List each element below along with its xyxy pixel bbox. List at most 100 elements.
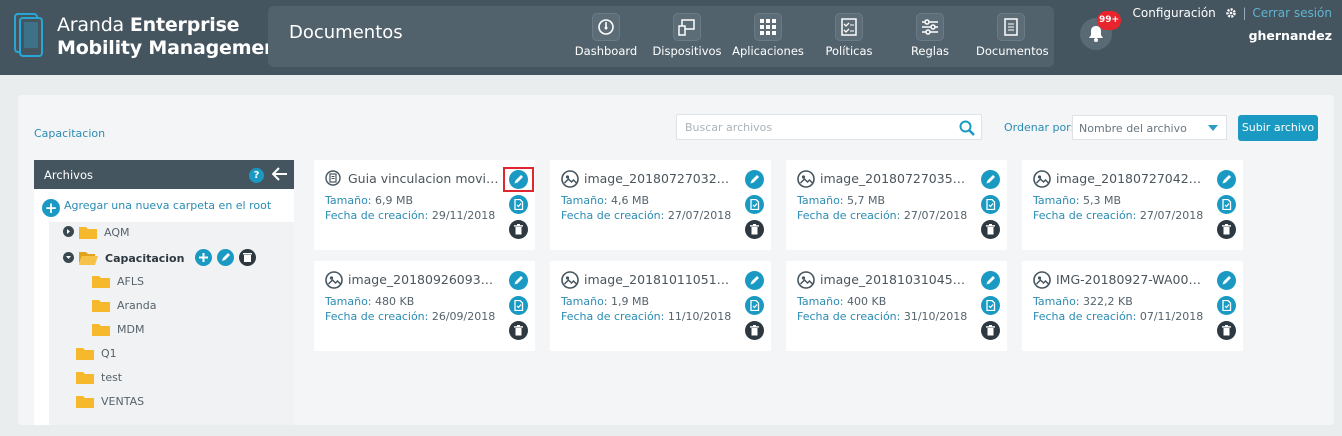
gauge-icon: [592, 13, 620, 41]
nav-dashboard[interactable]: Dashboard: [574, 9, 638, 65]
add-root-folder-link[interactable]: + Agregar una nueva carpeta en el root: [42, 199, 271, 217]
sort-select[interactable]: Nombre del archivo: [1072, 115, 1227, 140]
file-name[interactable]: image_2018072703555...: [820, 171, 972, 186]
expand-arrow-icon[interactable]: [63, 226, 74, 237]
file-date: Fecha de creación: 27/07/2018: [561, 209, 732, 222]
folder-icon: [79, 227, 97, 239]
add-folder-button[interactable]: [195, 249, 213, 266]
sort-selected: Nombre del archivo: [1079, 122, 1187, 135]
nav-dispositivos[interactable]: Dispositivos: [652, 9, 722, 65]
file-date: Fecha de creación: 27/07/2018: [1033, 209, 1204, 222]
file-size: Tamaño: 5,3 MB: [1033, 194, 1122, 207]
file-size: Tamaño: 6,9 MB: [325, 194, 414, 207]
delete-file-button[interactable]: [981, 220, 1000, 239]
image-file-icon: [1033, 170, 1051, 192]
edit-file-button[interactable]: [509, 271, 528, 290]
delete-file-button[interactable]: [981, 321, 1000, 340]
tree-node-aqm[interactable]: AQM: [63, 225, 129, 245]
nav-politicas[interactable]: Políticas: [820, 9, 878, 65]
nav-reglas[interactable]: Reglas: [906, 9, 954, 65]
highlight-box: [503, 167, 534, 192]
file-details-button[interactable]: [745, 296, 764, 315]
arrow-left-icon[interactable]: [272, 167, 288, 181]
logout-link[interactable]: Cerrar sesión: [1252, 6, 1332, 20]
tree-node-capacitacion[interactable]: Capacitacion: [63, 249, 256, 269]
delete-file-button[interactable]: [1217, 321, 1236, 340]
notification-badge: 99+: [1097, 11, 1121, 30]
plus-circle-icon: +: [42, 199, 60, 217]
file-size: Tamaño: 1,9 MB: [561, 295, 650, 308]
delete-file-button[interactable]: [1217, 220, 1236, 239]
file-details-button[interactable]: [745, 195, 764, 214]
edit-file-button[interactable]: [981, 271, 1000, 290]
collapse-arrow-icon[interactable]: [63, 252, 74, 263]
file-size: Tamaño: 480 KB: [325, 295, 415, 308]
folder-tree: Archivos ? + Agregar una nueva carpeta en…: [34, 160, 294, 425]
file-card[interactable]: image_2018072703555... Tamaño: 5,7 MB Fech…: [786, 160, 1007, 250]
user-links: Configuración | Cerrar sesión: [1133, 6, 1333, 20]
file-name[interactable]: image_2018101105142...: [584, 272, 736, 287]
edit-file-button[interactable]: [745, 271, 764, 290]
file-date: Fecha de creación: 26/09/2018: [325, 310, 496, 323]
file-details-button[interactable]: [1217, 296, 1236, 315]
sort-label: Ordenar por:: [1004, 121, 1075, 134]
search-input[interactable]: [677, 115, 947, 139]
file-name[interactable]: IMG-20180927-WA0006...: [1056, 272, 1208, 287]
file-card[interactable]: image_2018101105142... Tamaño: 1,9 MB Fech…: [550, 261, 771, 351]
file-card[interactable]: image_2018092609354... Tamaño: 480 KB Fech…: [314, 261, 535, 351]
config-link[interactable]: Configuración: [1133, 6, 1216, 20]
file-details-button[interactable]: [1217, 195, 1236, 214]
file-details-button[interactable]: [981, 195, 1000, 214]
file-name[interactable]: image_2018103104545...: [820, 272, 972, 287]
file-size: Tamaño: 322,2 KB: [1033, 295, 1133, 308]
file-details-button[interactable]: [981, 296, 1000, 315]
edit-file-button[interactable]: [745, 170, 764, 189]
image-file-icon: [561, 271, 579, 293]
gear-icon[interactable]: [1225, 7, 1237, 19]
delete-file-button[interactable]: [745, 220, 764, 239]
document-icon: [997, 13, 1025, 41]
delete-folder-button[interactable]: [238, 249, 256, 266]
tree-node-mdm[interactable]: MDM: [92, 322, 144, 342]
help-icon[interactable]: ?: [249, 168, 264, 183]
file-date: Fecha de creación: 31/10/2018: [797, 310, 968, 323]
breadcrumb[interactable]: Capacitacion: [34, 127, 105, 140]
image-file-icon: [325, 271, 343, 293]
image-file-icon: [797, 271, 815, 293]
tree-node-afls[interactable]: AFLS: [92, 274, 144, 294]
edit-file-button[interactable]: [1217, 170, 1236, 189]
search-icon[interactable]: [959, 120, 975, 136]
file-name[interactable]: image_2018072704291...: [1056, 171, 1208, 186]
file-details-button[interactable]: [509, 296, 528, 315]
file-card[interactable]: image_2018072703211... Tamaño: 4,6 MB Fech…: [550, 160, 771, 250]
edit-file-button[interactable]: [1217, 271, 1236, 290]
devices-icon: [673, 13, 701, 41]
file-date: Fecha de creación: 29/11/2018: [325, 209, 496, 222]
edit-folder-button[interactable]: [217, 249, 235, 266]
file-card[interactable]: Guia vinculacion movile... Tamaño: 6,9 MB…: [314, 160, 535, 250]
folder-icon: [92, 300, 110, 312]
file-card[interactable]: image_2018103104545... Tamaño: 400 KB Fech…: [786, 261, 1007, 351]
file-details-button[interactable]: [509, 195, 528, 214]
nav-documentos[interactable]: Documentos: [976, 9, 1049, 65]
file-size: Tamaño: 4,6 MB: [561, 194, 650, 207]
edit-file-button[interactable]: [981, 170, 1000, 189]
checklist-icon: [835, 13, 863, 41]
file-date: Fecha de creación: 27/07/2018: [797, 209, 968, 222]
tree-node-test[interactable]: test: [76, 370, 122, 390]
tree-node-ventas[interactable]: VENTAS: [76, 394, 144, 414]
tree-node-aranda[interactable]: Aranda: [92, 298, 156, 318]
delete-file-button[interactable]: [745, 321, 764, 340]
file-name[interactable]: Guia vinculacion movile...: [348, 171, 500, 186]
tree-node-q1[interactable]: Q1: [76, 346, 117, 366]
nav-aplicaciones[interactable]: Aplicaciones: [732, 9, 804, 65]
file-name[interactable]: image_2018072703211...: [584, 171, 736, 186]
aranda-logo-icon: [14, 13, 43, 57]
file-card[interactable]: IMG-20180927-WA0006... Tamaño: 322,2 KB Fe…: [1022, 261, 1243, 351]
upload-button[interactable]: Subir archivo: [1238, 115, 1318, 141]
delete-file-button[interactable]: [509, 220, 528, 239]
delete-file-button[interactable]: [509, 321, 528, 340]
file-date: Fecha de creación: 11/10/2018: [561, 310, 732, 323]
file-card[interactable]: image_2018072704291... Tamaño: 5,3 MB Fech…: [1022, 160, 1243, 250]
file-name[interactable]: image_2018092609354...: [348, 272, 500, 287]
